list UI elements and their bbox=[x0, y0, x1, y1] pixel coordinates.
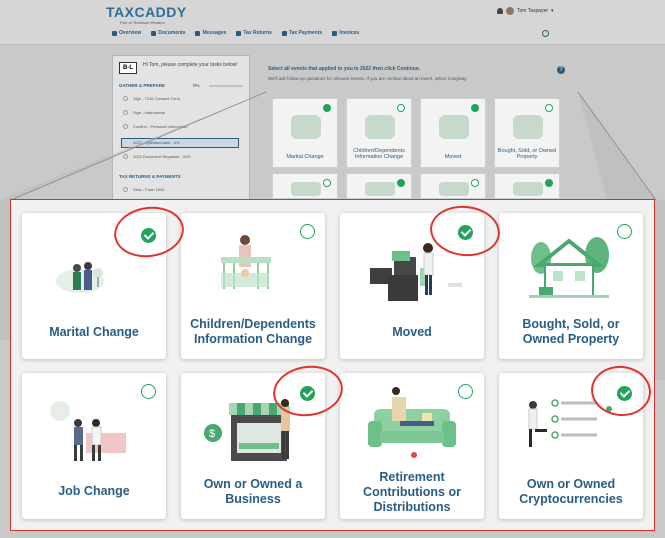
card-title: Own or Owned Cryptocurrencies bbox=[519, 477, 623, 506]
event-card-job-change[interactable]: Job Change bbox=[22, 373, 166, 519]
event-card-retirement[interactable]: Retirement Contributions or Distribution… bbox=[340, 373, 484, 519]
zoomed-event-grid: Marital Change Children/Dependents Infor… bbox=[10, 199, 655, 531]
card-title: Children/Dependents Information Change bbox=[190, 317, 316, 346]
svg-text:$: $ bbox=[209, 428, 215, 440]
card-title: Marital Change bbox=[49, 325, 139, 339]
event-card-children-dependents[interactable]: Children/Dependents Information Change bbox=[181, 213, 325, 359]
event-card-property[interactable]: Bought, Sold, or Owned Property bbox=[499, 213, 643, 359]
card-title: Job Change bbox=[58, 484, 130, 498]
card-title: Retirement Contributions or Distribution… bbox=[363, 470, 461, 514]
card-title: Own or Owned a Business bbox=[203, 477, 303, 506]
card-title: Moved bbox=[392, 325, 432, 339]
card-title: Bought, Sold, or Owned Property bbox=[522, 317, 620, 346]
